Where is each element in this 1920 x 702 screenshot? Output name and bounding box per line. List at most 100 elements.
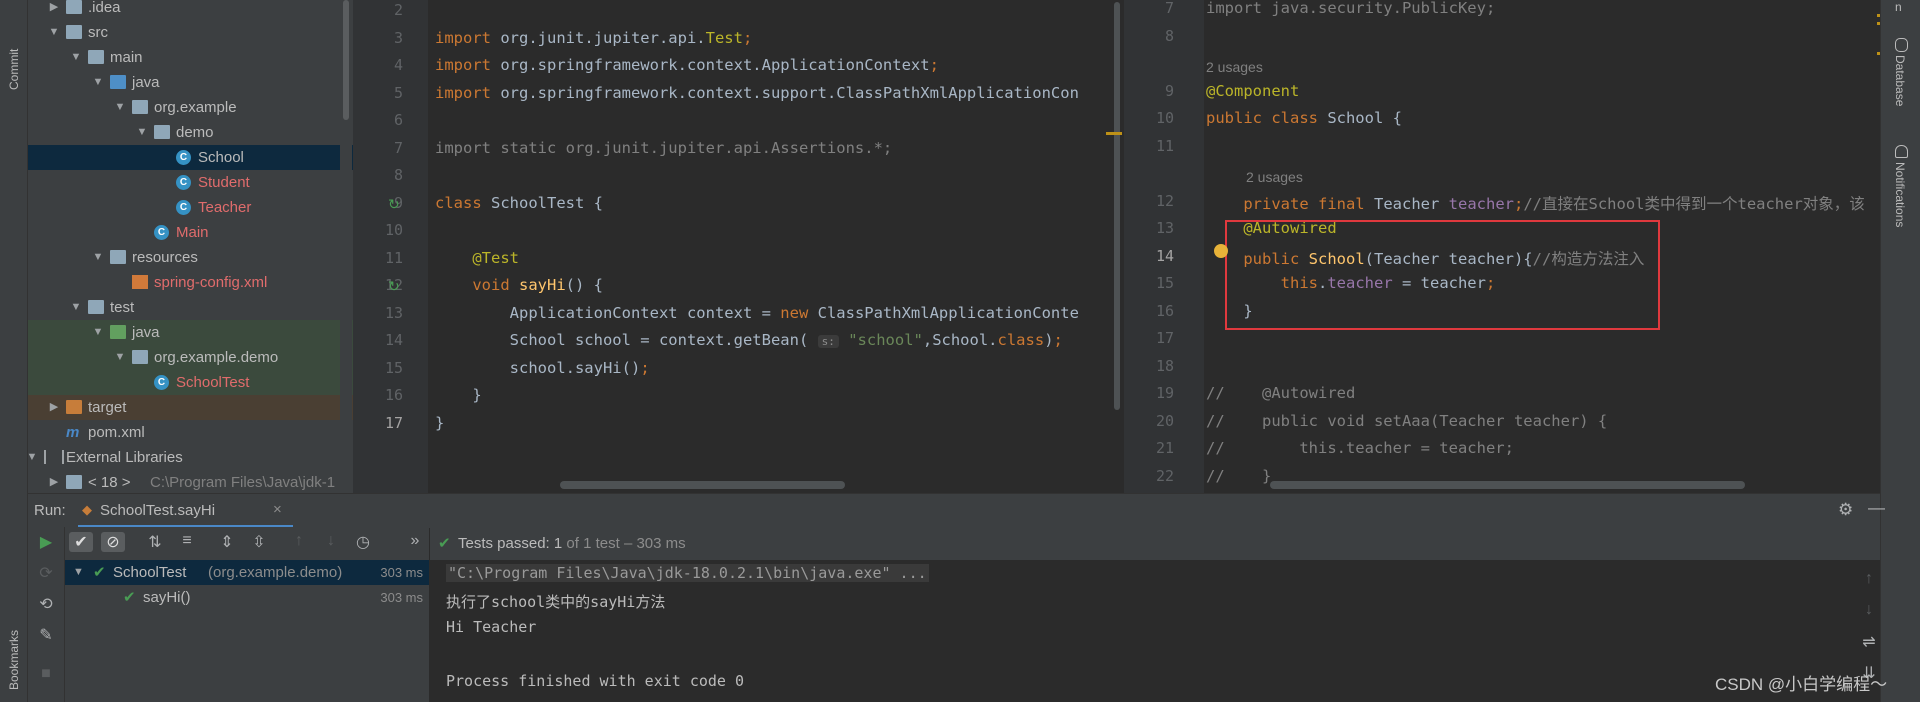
commit-tab[interactable]: Commit xyxy=(7,49,21,90)
next-failed-icon[interactable]: ↓ xyxy=(319,532,343,550)
code-line[interactable]: // @Autowired xyxy=(1206,384,1355,402)
sort-alpha-icon[interactable]: ⇅ xyxy=(143,532,167,552)
tree-item[interactable]: spring-config.xml xyxy=(28,270,353,295)
code-line[interactable]: import org.junit.jupiter.api.Test; xyxy=(435,29,752,47)
chevron-down-icon[interactable]: ▼ xyxy=(73,560,84,585)
tree-item[interactable]: ▼ java xyxy=(28,320,353,345)
code-line[interactable]: import java.security.PublicKey; xyxy=(1206,0,1495,17)
usages-hint[interactable]: 2 usages xyxy=(1246,169,1303,185)
code-line[interactable]: public class School { xyxy=(1206,109,1402,127)
maven-icon: m xyxy=(66,424,80,441)
chevron-down-icon[interactable]: ▼ xyxy=(28,445,38,470)
chevron-right-icon[interactable]: ▶ xyxy=(48,470,60,493)
tree-item[interactable]: ▼ resources xyxy=(28,245,353,270)
tree-item[interactable]: C Main xyxy=(28,220,353,245)
tree-item[interactable]: C Teacher xyxy=(28,195,353,220)
tree-item[interactable]: ▼ org.example.demo xyxy=(28,345,353,370)
project-scrollbar-thumb[interactable] xyxy=(343,0,349,120)
rerun-icon[interactable]: ▶ xyxy=(34,532,58,552)
prev-failed-icon[interactable]: ↑ xyxy=(287,532,311,550)
database-tab[interactable]: Database xyxy=(1893,55,1907,106)
tree-item[interactable]: C Student xyxy=(28,170,353,195)
code-line[interactable]: void sayHi() { xyxy=(435,276,603,294)
sort-duration-icon[interactable]: ≡ xyxy=(175,532,199,550)
tree-item[interactable]: m pom.xml xyxy=(28,420,353,445)
code-line[interactable]: private final Teacher teacher;//直接在Schoo… xyxy=(1206,192,1864,214)
show-passed-icon[interactable]: ✔ xyxy=(69,532,93,552)
bookmarks-tab[interactable]: Bookmarks xyxy=(7,630,21,690)
tree-item[interactable]: ▼ main xyxy=(28,45,353,70)
chevron-down-icon[interactable]: ▼ xyxy=(114,345,126,370)
code-line[interactable]: } xyxy=(435,386,481,404)
tree-item[interactable]: ▼ demo xyxy=(28,120,353,145)
chevron-down-icon[interactable]: ▼ xyxy=(92,245,104,270)
code-line[interactable]: // public void setAaa(Teacher teacher) { xyxy=(1206,412,1607,430)
test-tree-row[interactable]: ✔ sayHi() 303 ms xyxy=(65,585,429,610)
database-icon[interactable] xyxy=(1895,38,1908,52)
minimize-icon[interactable]: — xyxy=(1868,498,1885,518)
tree-item[interactable]: C SchoolTest xyxy=(28,370,353,395)
tree-item-label: org.example xyxy=(154,99,237,116)
more-icon[interactable]: » xyxy=(403,532,427,550)
notifications-tab[interactable]: Notifications xyxy=(1893,162,1907,227)
run-test-icon[interactable]: ↻ xyxy=(388,278,400,295)
tree-item[interactable]: ▼ java xyxy=(28,70,353,95)
history-icon[interactable]: ◷ xyxy=(351,532,375,552)
test-tree-row[interactable]: ▼ ✔ SchoolTest (org.example.demo) 303 ms xyxy=(65,560,429,585)
gear-icon[interactable]: ⚙ xyxy=(1838,500,1853,520)
tree-item[interactable]: ▼ src xyxy=(28,20,353,45)
wrench-icon[interactable]: ✎ xyxy=(34,625,58,645)
chevron-down-icon[interactable]: ▼ xyxy=(70,295,82,320)
tree-item[interactable]: ▼ External Libraries xyxy=(28,445,353,470)
tree-item-label: pom.xml xyxy=(88,424,145,441)
line-number: 10 xyxy=(1155,109,1174,127)
code-line[interactable]: import org.springframework.context.suppo… xyxy=(435,84,1079,102)
chevron-down-icon[interactable]: ▼ xyxy=(92,70,104,95)
code-line[interactable]: @Component xyxy=(1206,82,1299,100)
chevron-right-icon[interactable]: ▶ xyxy=(48,0,60,20)
right-editor-hscroll[interactable] xyxy=(1270,481,1745,489)
stop-icon[interactable]: ■ xyxy=(34,665,58,683)
run-test-icon[interactable]: ↻ xyxy=(388,196,400,213)
scroll-up-icon[interactable]: ↑ xyxy=(1857,570,1881,588)
expand-all-icon[interactable]: ⇕ xyxy=(215,532,239,552)
code-line[interactable]: class SchoolTest { xyxy=(435,194,603,212)
tree-item[interactable]: ▶ target xyxy=(28,395,353,420)
chevron-down-icon[interactable]: ▼ xyxy=(92,320,104,345)
lightbulb-icon[interactable] xyxy=(1214,244,1228,258)
soft-wrap-icon[interactable]: ⇌ xyxy=(1857,632,1881,652)
tree-item[interactable]: ▶ < 18 > C:\Program Files\Java\jdk-1 xyxy=(28,470,353,493)
chevron-down-icon[interactable]: ▼ xyxy=(48,20,60,45)
left-editor-vscroll[interactable] xyxy=(1112,0,1122,415)
show-ignored-icon[interactable]: ⊘ xyxy=(101,532,125,552)
tree-item-label: SchoolTest xyxy=(176,374,250,391)
tree-item[interactable]: ▼ org.example xyxy=(28,95,353,120)
code-line[interactable]: @Test xyxy=(435,249,519,267)
package-icon xyxy=(132,100,148,114)
chevron-down-icon[interactable]: ▼ xyxy=(136,120,148,145)
debug-icon[interactable]: ⟲ xyxy=(34,594,58,614)
chevron-down-icon[interactable]: ▼ xyxy=(114,95,126,120)
usages-hint[interactable]: 2 usages xyxy=(1206,59,1263,75)
chevron-down-icon[interactable]: ▼ xyxy=(70,45,82,70)
run-console[interactable]: "C:\Program Files\Java\jdk-18.0.2.1\bin\… xyxy=(430,560,1880,702)
code-line[interactable]: School school = context.getBean( s: "sch… xyxy=(435,331,1063,349)
bell-icon[interactable] xyxy=(1895,145,1908,158)
tree-item[interactable]: ▼ test xyxy=(28,295,353,320)
tree-item[interactable]: C School xyxy=(28,145,353,170)
code-line[interactable]: ApplicationContext context = new ClassPa… xyxy=(435,304,1079,322)
scroll-down-icon[interactable]: ↓ xyxy=(1857,601,1881,619)
collapse-all-icon[interactable]: ⇳ xyxy=(247,532,271,552)
code-line[interactable]: } xyxy=(435,414,444,432)
code-line[interactable]: school.sayHi(); xyxy=(435,359,650,377)
code-line[interactable]: import static org.junit.jupiter.api.Asse… xyxy=(435,139,892,157)
close-icon[interactable]: × xyxy=(273,501,282,518)
left-editor-hscroll[interactable] xyxy=(560,481,845,489)
run-tab[interactable]: ◆ SchoolTest.sayHi × xyxy=(78,494,293,528)
code-line[interactable]: // this.teacher = teacher; xyxy=(1206,439,1514,457)
tree-item[interactable]: ▶ .idea xyxy=(28,0,353,20)
chevron-right-icon[interactable]: ▶ xyxy=(48,395,60,420)
rerun-failed-icon[interactable]: ⟳ xyxy=(34,563,58,583)
code-line[interactable]: // } xyxy=(1206,467,1271,485)
code-line[interactable]: import org.springframework.context.Appli… xyxy=(435,56,939,74)
